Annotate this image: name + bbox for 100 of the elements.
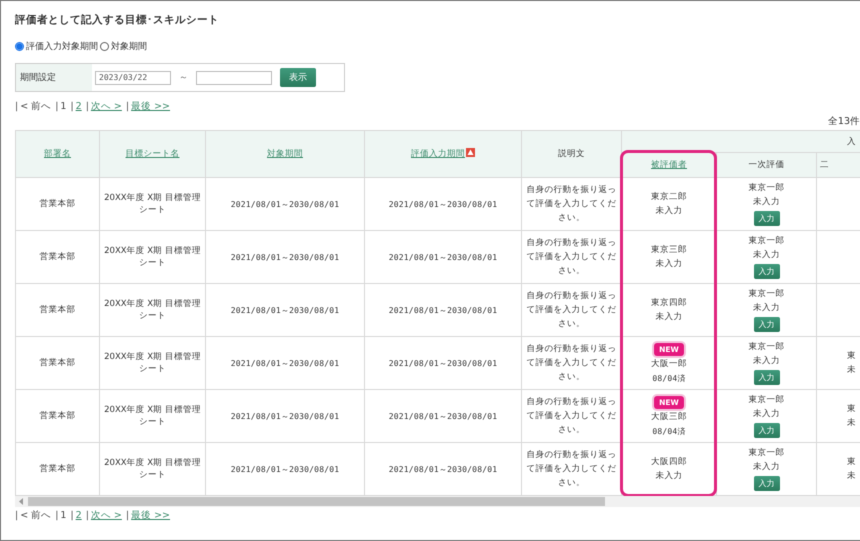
end-date-field[interactable]: [196, 70, 272, 84]
table-cell: 20XX年度 X期 目標管理シート: [100, 284, 206, 336]
pager-separator: |: [86, 100, 89, 112]
table-cell: 2021/08/01～2030/08/01: [206, 230, 364, 284]
pager-separator: |: [15, 510, 18, 520]
evaluator-name: 東京一郎: [748, 448, 784, 458]
input-button[interactable]: 入力: [754, 264, 780, 278]
evaluator-name: 東京一郎: [748, 288, 784, 300]
evaluation-status: 未入力: [753, 356, 780, 366]
evaluation-status: 未入力: [753, 408, 780, 420]
horizontal-scrollbar[interactable]: [15, 496, 860, 507]
table-cell: 2021/08/01～2030/08/01: [206, 284, 364, 336]
evaluation-status: 未: [847, 364, 856, 376]
table-cell: 自身の行動を振り返って評価を入力してください。: [522, 442, 622, 496]
input-button[interactable]: 入力: [754, 476, 780, 490]
table-cell: 2021/08/01～2030/08/01: [206, 390, 364, 442]
column-header-label: 一次評価: [748, 160, 784, 170]
evaluatee-status: 08/04済: [652, 426, 686, 436]
column-header-label: 二: [820, 160, 829, 170]
table-cell: 2021/08/01～2030/08/01: [364, 442, 522, 496]
range-separator: ～: [178, 72, 189, 84]
input-button[interactable]: 入力: [754, 422, 780, 438]
column-header-label[interactable]: 被評価者: [651, 160, 687, 170]
table-cell: 営業本部: [16, 230, 100, 284]
input-button[interactable]: 入力: [754, 316, 780, 332]
evaluatee-name: 東京四郎: [651, 298, 687, 308]
evaluatee-status: 08/04済: [652, 372, 686, 384]
table-cell: 2021/08/01～2030/08/01: [206, 442, 364, 496]
table-cell: 営業本部: [16, 336, 100, 390]
evaluation-status: 未: [847, 418, 856, 428]
period-radio[interactable]: 対象期間: [100, 40, 147, 52]
pager-separator: |: [86, 510, 89, 520]
evaluator-name: 東: [847, 456, 856, 468]
evaluatee-status: 未入力: [656, 312, 682, 322]
evaluatee-name: 大阪四郎: [651, 456, 687, 468]
evaluator-name: 東京一郎: [748, 236, 784, 246]
table-cell: 2021/08/01～2030/08/01: [206, 178, 364, 230]
evaluatee-status: 未入力: [656, 470, 682, 482]
pager-link[interactable]: 次へ >: [90, 100, 122, 112]
table-cell: 20XX年度 X期 目標管理シート: [100, 390, 206, 442]
table-cell: 20XX年度 X期 目標管理シート: [100, 230, 206, 284]
evaluator-name: 東京一郎: [748, 342, 784, 352]
pager-link[interactable]: 2: [76, 510, 82, 520]
period-radio[interactable]: 評価入力対象期間: [15, 40, 98, 52]
evaluation-status: 未入力: [753, 302, 780, 314]
table-cell: 自身の行動を振り返って評価を入力してください。: [522, 178, 622, 230]
scrollbar-thumb[interactable]: [28, 497, 605, 506]
evaluation-status: 未入力: [753, 250, 780, 260]
pager-link[interactable]: 最後 >>: [131, 100, 170, 112]
pager-separator: |: [70, 100, 74, 112]
start-date-field[interactable]: 2023/03/22: [95, 70, 171, 84]
table-cell: 自身の行動を振り返って評価を入力してください。: [522, 336, 622, 390]
table-cell: 2021/08/01～2030/08/01: [364, 336, 522, 390]
table-cell: 2021/08/01～2030/08/01: [364, 390, 522, 442]
pager-separator: |: [15, 100, 18, 112]
evaluatee-status: 未入力: [656, 258, 682, 270]
warning-icon: [466, 148, 475, 157]
group-header: 入: [622, 130, 860, 152]
table-cell: 営業本部: [16, 442, 100, 496]
table-cell: 2021/08/01～2030/08/01: [364, 178, 522, 230]
total-count: 全13件: [826, 115, 860, 127]
table-cell: 営業本部: [16, 178, 100, 230]
filter-label: 期間設定: [16, 64, 92, 91]
column-header-label[interactable]: 部署名: [44, 149, 71, 159]
evaluation-status: 未入力: [753, 462, 780, 472]
pager-separator: |: [126, 510, 130, 520]
table-cell: 20XX年度 X期 目標管理シート: [100, 336, 206, 390]
pager-separator: |: [126, 100, 130, 112]
evaluatee-status: 未入力: [656, 206, 682, 216]
table-cell: 自身の行動を振り返って評価を入力してください。: [522, 284, 622, 336]
table-cell: 営業本部: [16, 390, 100, 442]
evaluation-status: 未: [847, 470, 856, 482]
evaluator-name: 東: [847, 404, 856, 414]
evaluatee-name: 東京二郎: [651, 192, 687, 202]
column-header-label[interactable]: 評価入力期間: [411, 149, 465, 159]
column-header-label: 説明文: [558, 149, 585, 159]
table-cell: 2021/08/01～2030/08/01: [364, 284, 522, 336]
input-button[interactable]: 入力: [754, 210, 780, 226]
evaluator-name: 東京一郎: [748, 394, 784, 406]
table-cell: 20XX年度 X期 目標管理シート: [100, 442, 206, 496]
pager-link[interactable]: 2: [76, 100, 82, 112]
table-cell: 営業本部: [16, 284, 100, 336]
table-cell: 2021/08/01～2030/08/01: [206, 336, 364, 390]
input-button[interactable]: 入力: [754, 370, 780, 384]
evaluator-name: 東京一郎: [748, 182, 784, 194]
table-cell: 自身の行動を振り返って評価を入力してください。: [522, 390, 622, 442]
pager-link[interactable]: 次へ >: [90, 508, 122, 522]
column-header-label[interactable]: 目標シート名: [126, 149, 180, 159]
evaluatee-name: 東京三郎: [651, 244, 687, 256]
pager-separator: |: [55, 100, 58, 112]
pager-separator: |: [55, 510, 58, 520]
scroll-left-icon[interactable]: [19, 498, 24, 505]
evaluatee-name: 大阪一郎: [651, 358, 687, 370]
pager-separator: |: [70, 510, 74, 520]
page-title: 評価者として記入する目標･スキルシート: [15, 13, 220, 28]
table-cell: 20XX年度 X期 目標管理シート: [100, 178, 206, 230]
evaluatee-name: 大阪三郎: [651, 412, 687, 422]
column-header-label[interactable]: 対象期間: [267, 149, 303, 159]
pager-link[interactable]: 最後 >>: [131, 508, 170, 522]
show-button[interactable]: 表示: [280, 68, 316, 87]
